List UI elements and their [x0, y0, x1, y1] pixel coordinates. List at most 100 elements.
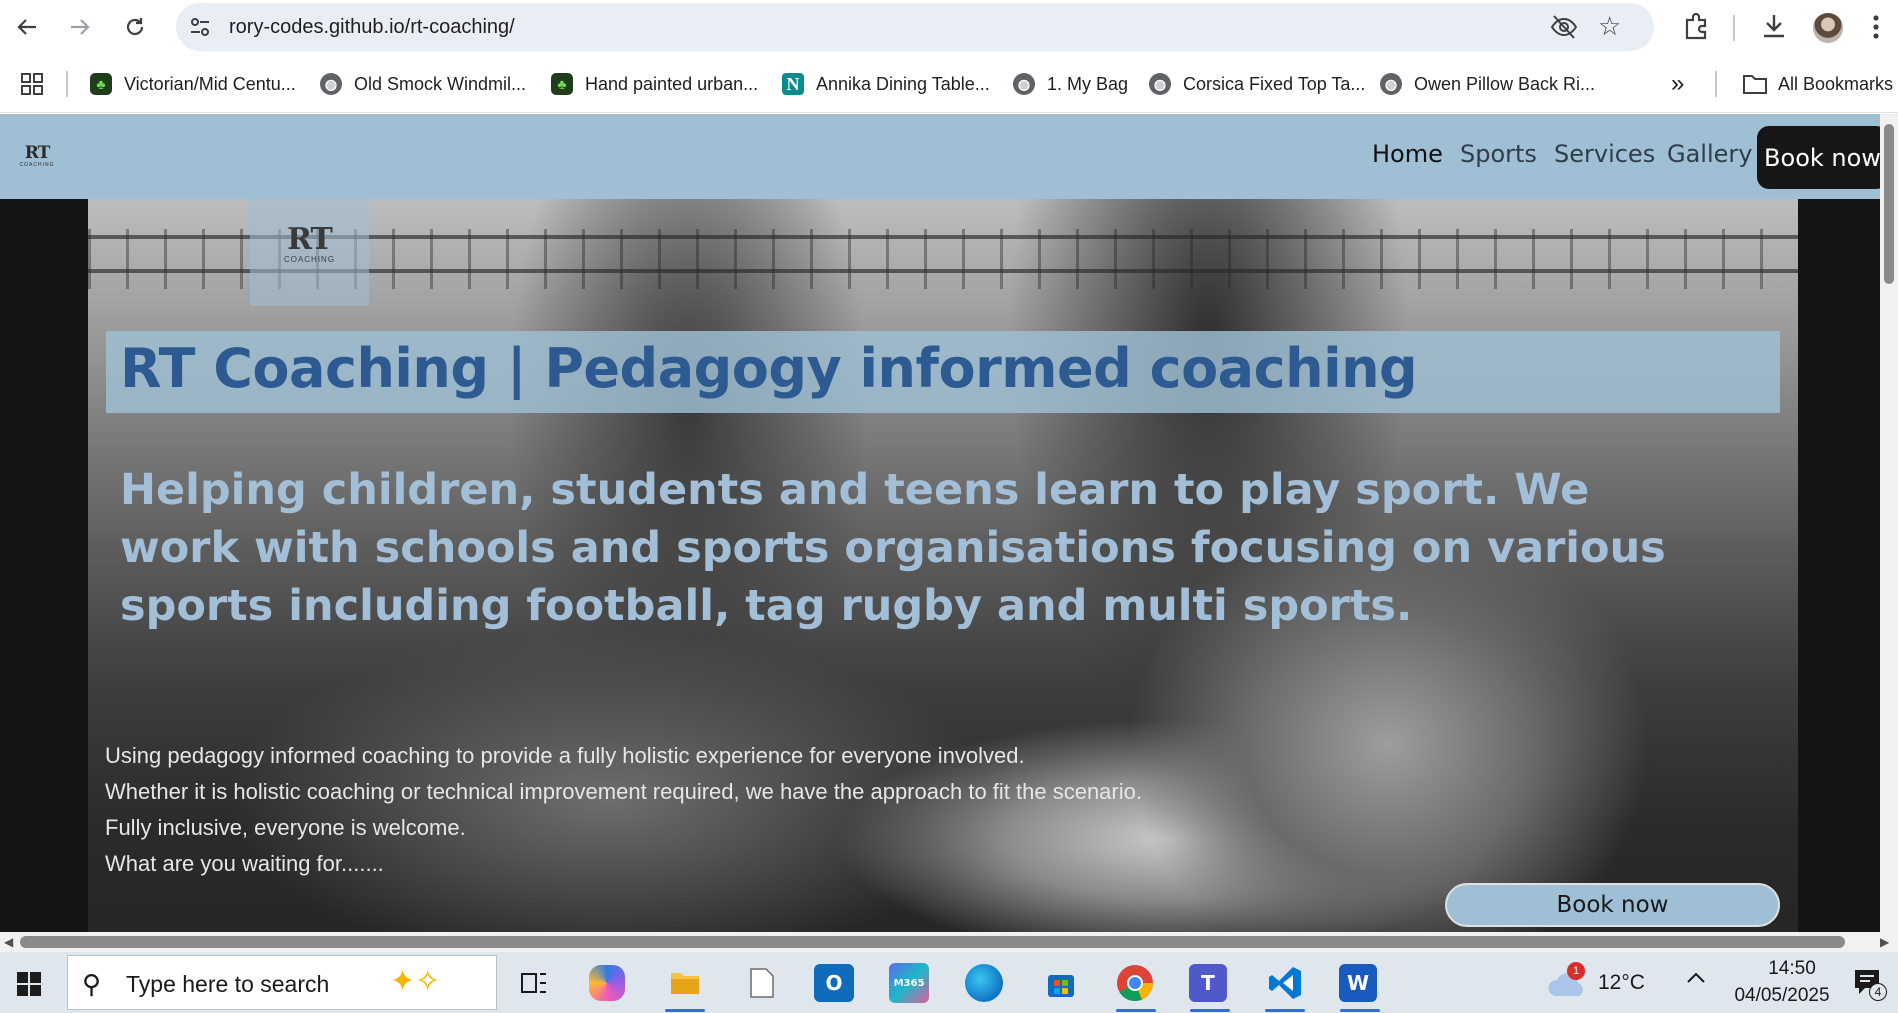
- globe-icon: ◍: [1013, 73, 1035, 95]
- teams-icon[interactable]: T: [1189, 964, 1227, 1002]
- microsoft-store-icon[interactable]: [1039, 961, 1083, 1005]
- nav-link-gallery[interactable]: Gallery: [1667, 140, 1752, 168]
- bookmarks-separator: [66, 71, 68, 97]
- bookmark-item[interactable]: ◍ Corsica Fixed Top Ta...: [1149, 69, 1365, 99]
- logo-text: RT: [24, 143, 50, 163]
- all-bookmarks-button[interactable]: All Bookmarks: [1742, 69, 1893, 99]
- scroll-left-arrow-icon[interactable]: ◀: [4, 935, 13, 949]
- clock-time[interactable]: 14:50: [1752, 958, 1832, 980]
- page-viewport: RT COACHING Home Sports Services Gallery…: [0, 114, 1898, 932]
- notification-count-badge: 4: [1869, 983, 1887, 1001]
- site-navbar: RT COACHING Home Sports Services Gallery…: [0, 114, 1898, 199]
- more-bookmarks-chevron-icon[interactable]: »: [1671, 69, 1684, 99]
- bookmark-label: Victorian/Mid Centu...: [124, 73, 296, 94]
- bookmark-label: Hand painted urban...: [585, 73, 759, 94]
- file-explorer-icon[interactable]: [663, 961, 707, 1005]
- weather-alert-badge: 1: [1567, 962, 1585, 980]
- horizontal-scrollbar-thumb[interactable]: [20, 936, 1845, 948]
- vertical-scrollbar[interactable]: [1880, 114, 1898, 932]
- bookmarks-separator: [1715, 71, 1717, 97]
- hero-book-now-button[interactable]: Book now: [1445, 883, 1780, 927]
- scroll-right-arrow-icon[interactable]: ▶: [1880, 935, 1889, 949]
- globe-icon: ◍: [1380, 73, 1402, 95]
- browser-menu-icon[interactable]: [1872, 14, 1880, 45]
- site-logo[interactable]: RT COACHING: [14, 144, 60, 176]
- bookmark-label: 1. My Bag: [1047, 73, 1129, 94]
- bookmark-label: Old Smock Windmil...: [354, 73, 527, 94]
- bookmark-item[interactable]: ◍ Owen Pillow Back Ri...: [1380, 69, 1595, 99]
- hero-title-band: RT Coaching | Pedagogy informed coaching: [106, 331, 1780, 413]
- bookmarks-bar: ♣ Victorian/Mid Centu... ◍ Old Smock Win…: [0, 55, 1898, 113]
- leaf-favicon-icon: ♣: [90, 73, 112, 95]
- folder-icon: [1742, 73, 1768, 95]
- nav-link-sports[interactable]: Sports: [1460, 140, 1537, 168]
- profile-avatar[interactable]: [1813, 13, 1843, 43]
- search-icon: ⚲: [82, 969, 102, 999]
- file-explorer-running-indicator: [665, 1009, 705, 1012]
- bookmark-label: Owen Pillow Back Ri...: [1414, 73, 1596, 94]
- hero-body-line: Whether it is holistic coaching or techn…: [105, 779, 1142, 804]
- copilot-icon[interactable]: [589, 965, 625, 1001]
- hero-logo-text: RT: [287, 222, 333, 257]
- nav-link-services[interactable]: Services: [1554, 140, 1655, 168]
- chrome-icon[interactable]: [1113, 961, 1157, 1005]
- bookmark-item[interactable]: ◍ 1. My Bag: [1013, 69, 1128, 99]
- search-placeholder: Type here to search: [126, 971, 330, 997]
- edge-icon[interactable]: [965, 964, 1003, 1002]
- hero-body-line: What are you waiting for.......: [105, 851, 384, 876]
- url-text[interactable]: rory-codes.github.io/rt-coaching/: [229, 16, 515, 39]
- hero-title: RT Coaching | Pedagogy informed coaching: [120, 337, 1418, 400]
- bookmark-label: Annika Dining Table...: [816, 73, 990, 94]
- address-bar[interactable]: rory-codes.github.io/rt-coaching/ ☆: [176, 3, 1654, 51]
- bookmark-item[interactable]: ♣ Hand painted urban...: [551, 69, 758, 99]
- horizontal-scrollbar[interactable]: ◀ ▶: [0, 932, 1898, 952]
- downloads-icon[interactable]: [1760, 12, 1788, 45]
- bookmark-star-icon[interactable]: ☆: [1598, 11, 1621, 41]
- n-favicon-icon: N: [782, 73, 804, 95]
- teams-running-indicator: [1190, 1009, 1230, 1012]
- globe-icon: ◍: [320, 73, 342, 95]
- blank-file-icon[interactable]: [740, 961, 784, 1005]
- chrome-running-indicator: [1116, 1009, 1156, 1012]
- hero-body-line: Fully inclusive, everyone is welcome.: [105, 815, 466, 840]
- m365-icon[interactable]: M365: [889, 963, 929, 1003]
- windows-start-icon[interactable]: [17, 972, 41, 996]
- vertical-scrollbar-thumb[interactable]: [1884, 124, 1894, 284]
- reload-icon[interactable]: [118, 10, 152, 44]
- globe-icon: ◍: [1149, 73, 1171, 95]
- hero-logo: RT COACHING: [250, 199, 369, 306]
- temperature-readout[interactable]: 12°C: [1598, 971, 1645, 995]
- tracking-protection-eye-icon[interactable]: [1550, 14, 1578, 40]
- sparkle-icon: ✦✧: [390, 965, 441, 998]
- bookmark-item[interactable]: N Annika Dining Table...: [782, 69, 990, 99]
- hero-body-line: Using pedagogy informed coaching to prov…: [105, 743, 1025, 768]
- bookmark-item[interactable]: ♣ Victorian/Mid Centu...: [90, 69, 296, 99]
- hero-body: Using pedagogy informed coaching to prov…: [105, 738, 1405, 882]
- windows-taskbar: ⚲ Type here to search ✦✧ O M365 T W 1 12…: [0, 952, 1898, 1013]
- vscode-running-indicator: [1265, 1009, 1305, 1012]
- logo-subtext: COACHING: [19, 162, 55, 168]
- toolbar-separator: [1733, 15, 1735, 41]
- word-icon[interactable]: W: [1339, 964, 1377, 1002]
- outlook-icon[interactable]: O: [814, 964, 854, 1002]
- hero-logo-subtext: COACHING: [283, 255, 336, 264]
- clock-date[interactable]: 04/05/2025: [1727, 985, 1837, 1007]
- nav-link-home[interactable]: Home: [1372, 140, 1443, 168]
- vscode-icon[interactable]: [1263, 961, 1307, 1005]
- all-bookmarks-label: All Bookmarks: [1778, 73, 1894, 94]
- hero-section: RT COACHING RT Coaching | Pedagogy infor…: [88, 199, 1798, 932]
- browser-toolbar: rory-codes.github.io/rt-coaching/ ☆: [0, 0, 1898, 55]
- hero-subtitle: Helping children, students and teens lea…: [120, 465, 1666, 631]
- bookmark-label: Corsica Fixed Top Ta...: [1183, 73, 1366, 94]
- leaf-favicon-icon: ♣: [551, 73, 573, 95]
- tray-chevron-up-icon[interactable]: [1684, 966, 1708, 995]
- apps-grid-icon[interactable]: [20, 69, 44, 99]
- taskbar-search-box[interactable]: ⚲ Type here to search ✦✧: [67, 955, 497, 1010]
- back-arrow-icon[interactable]: [10, 10, 44, 44]
- nav-book-now-button[interactable]: Book now: [1757, 126, 1888, 189]
- site-settings-icon[interactable]: [186, 13, 214, 41]
- task-view-icon[interactable]: [512, 961, 556, 1005]
- forward-arrow-icon[interactable]: [63, 10, 97, 44]
- extensions-icon[interactable]: [1683, 12, 1711, 45]
- bookmark-item[interactable]: ◍ Old Smock Windmil...: [320, 69, 526, 99]
